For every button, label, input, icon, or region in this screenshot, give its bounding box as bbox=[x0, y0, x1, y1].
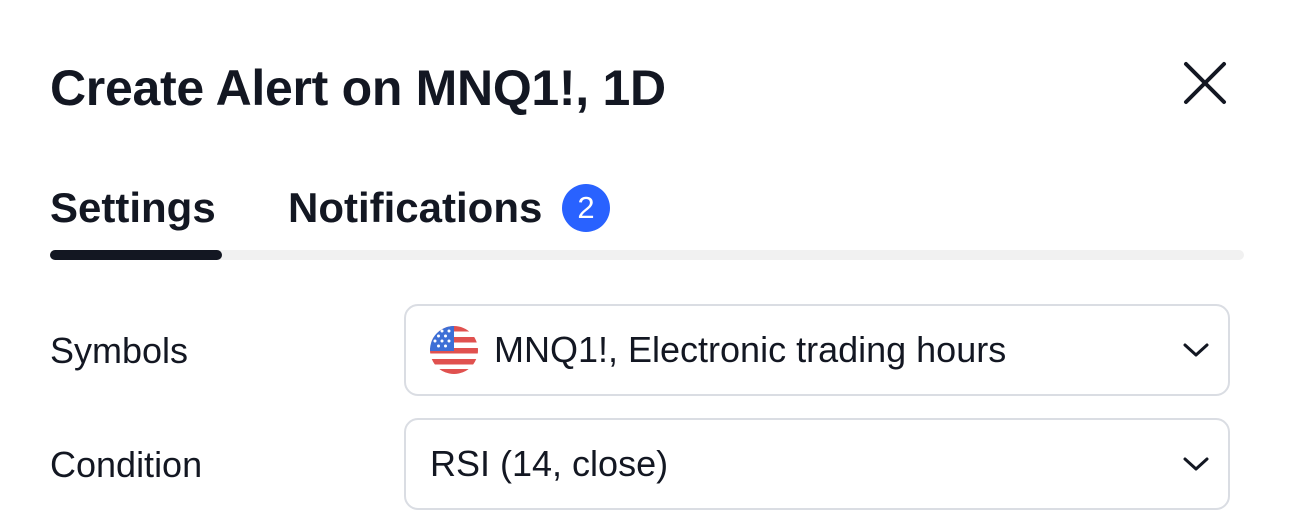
active-tab-indicator bbox=[50, 250, 222, 260]
notifications-count-badge: 2 bbox=[562, 184, 610, 232]
dialog-title: Create Alert on MNQ1!, 1D bbox=[50, 60, 666, 116]
tab-bar: Settings Notifications 2 bbox=[50, 180, 1244, 262]
condition-select-value: RSI (14, close) bbox=[430, 443, 669, 484]
tab-notifications[interactable]: Notifications bbox=[288, 180, 542, 236]
tab-track bbox=[50, 250, 1244, 260]
close-button[interactable] bbox=[1176, 54, 1234, 112]
condition-label: Condition bbox=[50, 444, 203, 485]
tab-settings[interactable]: Settings bbox=[50, 180, 216, 236]
chevron-down-icon bbox=[1183, 343, 1209, 357]
symbols-select[interactable]: MNQ1!, Electronic trading hours bbox=[404, 304, 1230, 396]
symbols-select-value: MNQ1!, Electronic trading hours bbox=[494, 329, 1007, 370]
symbols-label: Symbols bbox=[50, 330, 189, 371]
us-flag-icon bbox=[430, 326, 478, 374]
chevron-down-icon bbox=[1183, 457, 1209, 471]
close-icon bbox=[1184, 62, 1226, 104]
condition-select[interactable]: RSI (14, close) bbox=[404, 418, 1230, 510]
